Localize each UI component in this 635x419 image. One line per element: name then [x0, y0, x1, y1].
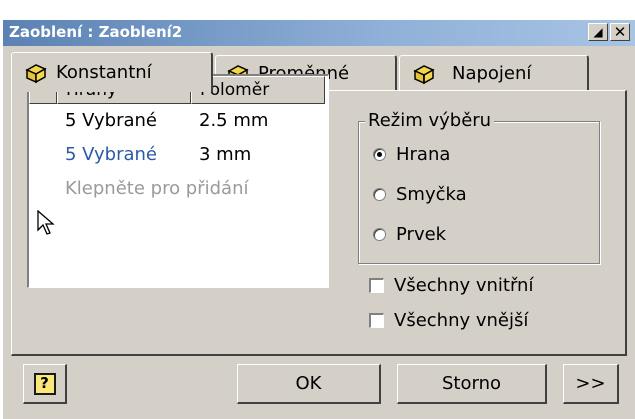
tab-konstantni[interactable]: Konstantní: [11, 52, 213, 92]
radio-button[interactable]: [373, 148, 386, 161]
fillet-dialog: Zaoblení : Zaoblení2 ◢ ✕ Konstantní Prom…: [3, 20, 635, 419]
tab-label: Konstantní: [56, 62, 152, 83]
edge-list[interactable]: Hrany Poloměr 5 Vybrané 2.5 mm 5 Vybrané…: [27, 74, 329, 288]
pin-button[interactable]: ◢: [588, 23, 608, 41]
checkbox-label: Všechny vnější: [394, 310, 529, 331]
pin-icon: ◢: [593, 25, 603, 39]
radio-label: Prvek: [396, 224, 447, 245]
edges-cell: 5 Vybrané: [65, 110, 157, 131]
window-title: Zaoblení : Zaoblení2: [9, 23, 183, 41]
checkbox-all-inner[interactable]: Všechny vnitřní: [369, 275, 533, 296]
radio-hrana[interactable]: Hrana: [373, 144, 450, 165]
edges-cell: 5 Vybrané: [65, 144, 157, 165]
radius-cell: 2.5 mm: [199, 110, 269, 131]
help-icon: ?: [33, 372, 56, 395]
close-icon: ✕: [613, 22, 627, 41]
tab-label: Napojení: [452, 63, 532, 84]
title-bar[interactable]: Zaoblení : Zaoblení2 ◢ ✕: [3, 20, 635, 46]
close-button[interactable]: ✕: [610, 23, 630, 41]
group-label: Režim výběru: [365, 110, 495, 131]
radio-button[interactable]: [373, 228, 386, 241]
radius-cell: 3 mm: [199, 144, 252, 165]
checkbox-label: Všechny vnitřní: [394, 275, 534, 296]
cube-icon: [25, 63, 47, 83]
more-button[interactable]: >>: [563, 364, 619, 404]
add-prompt: Klepněte pro přidání: [65, 178, 249, 199]
ok-button[interactable]: OK: [237, 364, 381, 404]
radio-button[interactable]: [373, 188, 386, 201]
cancel-button[interactable]: Storno: [397, 364, 547, 404]
radio-smycka[interactable]: Smyčka: [373, 184, 467, 205]
cube-icon: [413, 64, 435, 84]
checkbox[interactable]: [369, 278, 384, 293]
radio-prvek[interactable]: Prvek: [373, 224, 446, 245]
help-button[interactable]: ?: [23, 364, 67, 404]
checkbox[interactable]: [369, 313, 384, 328]
mouse-cursor-icon: [37, 210, 55, 235]
tab-napojeni[interactable]: Napojení: [399, 55, 589, 91]
radio-label: Smyčka: [396, 184, 467, 205]
checkbox-all-outer[interactable]: Všechny vnější: [369, 310, 528, 331]
radio-label: Hrana: [396, 144, 451, 165]
selection-mode-group: Režim výběru Hrana Smyčka Prvek: [358, 110, 600, 264]
